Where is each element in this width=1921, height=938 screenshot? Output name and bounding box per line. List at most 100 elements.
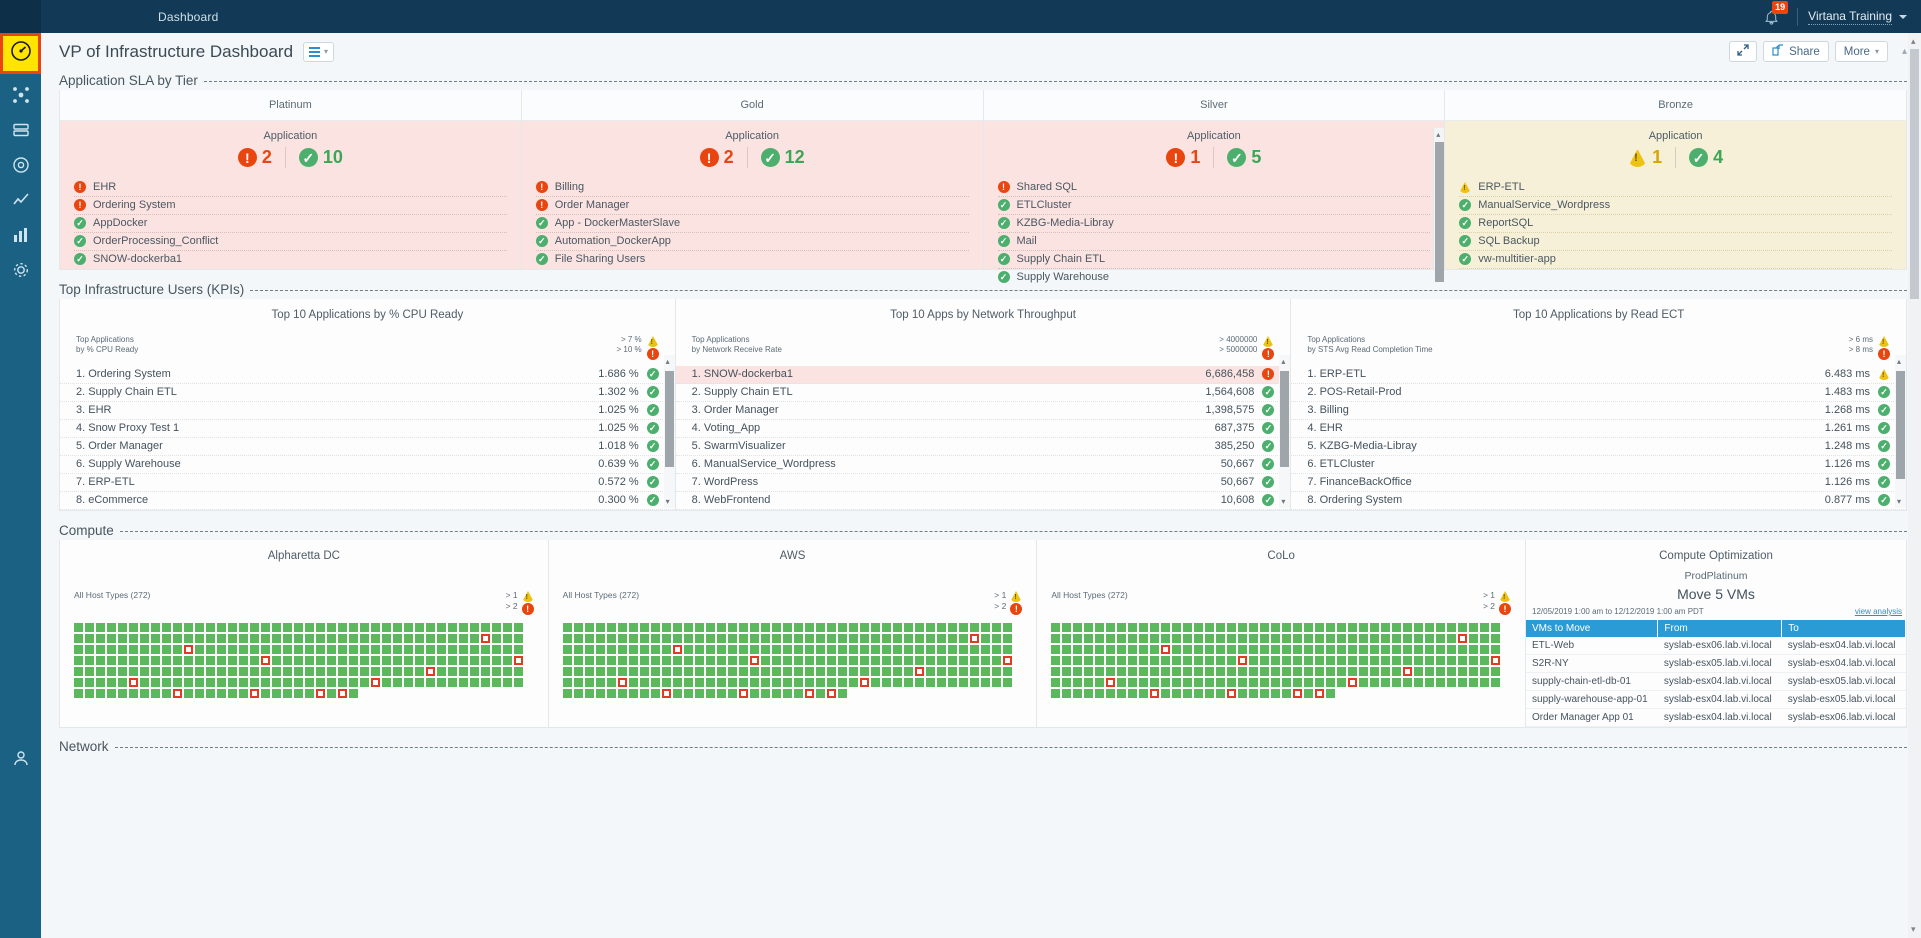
host-cell[interactable]: [991, 623, 1001, 632]
host-cell[interactable]: [349, 678, 358, 687]
host-cell[interactable]: [595, 623, 605, 632]
scrollbar-thumb[interactable]: [1910, 49, 1919, 299]
host-cell[interactable]: [1183, 656, 1193, 665]
host-cell[interactable]: [870, 656, 880, 665]
host-cell[interactable]: [683, 667, 693, 676]
host-cell[interactable]: [606, 667, 616, 676]
host-cell[interactable]: [1227, 645, 1237, 654]
host-cell[interactable]: [716, 634, 726, 643]
host-cell[interactable]: [272, 678, 281, 687]
notifications-button[interactable]: 19: [1753, 0, 1789, 33]
host-cell[interactable]: [404, 623, 413, 632]
host-cell[interactable]: [239, 634, 248, 643]
host-cell[interactable]: [1161, 645, 1171, 654]
host-cell[interactable]: [327, 645, 336, 654]
host-cell[interactable]: [261, 656, 270, 665]
host-cell[interactable]: [727, 689, 737, 698]
host-cell[interactable]: [470, 678, 479, 687]
kpi-row[interactable]: 7. FinanceBackOffice 1.126 ms ✓: [1291, 474, 1907, 492]
host-cell[interactable]: [118, 656, 127, 665]
host-cell[interactable]: [1238, 656, 1248, 665]
host-cell[interactable]: [151, 678, 160, 687]
host-cell[interactable]: [448, 645, 457, 654]
kpi-row[interactable]: 8. Ordering System 0.877 ms ✓: [1291, 492, 1907, 510]
kpi-row[interactable]: 4. Voting_App 687,375 ✓: [675, 420, 1291, 438]
host-cell[interactable]: [1403, 634, 1413, 643]
host-cell[interactable]: [1425, 678, 1435, 687]
host-cell[interactable]: [573, 634, 583, 643]
host-cell[interactable]: [1106, 623, 1116, 632]
host-cell[interactable]: [129, 689, 138, 698]
host-cell[interactable]: [140, 645, 149, 654]
sla-app-row[interactable]: ✓ Automation_DockerApp: [535, 233, 969, 251]
host-cell[interactable]: [881, 623, 891, 632]
kpi-row[interactable]: 5. SwarmVisualizer 385,250 ✓: [675, 438, 1291, 456]
host-cell[interactable]: [628, 623, 638, 632]
host-cell[interactable]: [459, 623, 468, 632]
host-cell[interactable]: [705, 667, 715, 676]
host-cell[interactable]: [925, 678, 935, 687]
host-cell[interactable]: [639, 678, 649, 687]
host-cell[interactable]: [173, 656, 182, 665]
host-cell[interactable]: [1238, 645, 1248, 654]
host-cell[interactable]: [1095, 689, 1105, 698]
host-cell[interactable]: [1326, 623, 1336, 632]
host-cell[interactable]: [1447, 623, 1457, 632]
host-cell[interactable]: [1436, 656, 1446, 665]
host-cell[interactable]: [129, 656, 138, 665]
host-cell[interactable]: [1172, 656, 1182, 665]
host-cell[interactable]: [1469, 667, 1479, 676]
host-cell[interactable]: [470, 667, 479, 676]
host-cell[interactable]: [1128, 656, 1138, 665]
host-cell[interactable]: [1315, 689, 1325, 698]
host-cell[interactable]: [1315, 623, 1325, 632]
host-cell[interactable]: [294, 678, 303, 687]
host-cell[interactable]: [628, 667, 638, 676]
host-cell[interactable]: [184, 689, 193, 698]
host-cell[interactable]: [672, 667, 682, 676]
host-cell[interactable]: [74, 667, 83, 676]
host-cell[interactable]: [382, 623, 391, 632]
host-cell[interactable]: [1084, 656, 1094, 665]
host-cell[interactable]: [958, 667, 968, 676]
host-cell[interactable]: [206, 678, 215, 687]
host-cell[interactable]: [892, 623, 902, 632]
host-cell[interactable]: [727, 667, 737, 676]
host-cell[interactable]: [206, 656, 215, 665]
host-cell[interactable]: [683, 645, 693, 654]
host-cell[interactable]: [1458, 645, 1468, 654]
host-cell[interactable]: [195, 678, 204, 687]
host-cell[interactable]: [327, 656, 336, 665]
host-cell[interactable]: [1403, 667, 1413, 676]
host-cell[interactable]: [360, 623, 369, 632]
host-cell[interactable]: [1051, 667, 1061, 676]
host-cell[interactable]: [195, 689, 204, 698]
host-cell[interactable]: [217, 634, 226, 643]
host-cell[interactable]: [914, 678, 924, 687]
host-cell[interactable]: [1359, 634, 1369, 643]
host-cell[interactable]: [1051, 645, 1061, 654]
host-cell[interactable]: [481, 623, 490, 632]
host-cell[interactable]: [1194, 623, 1204, 632]
table-row[interactable]: Order Manager App 01 syslab-esx04.lab.vi…: [1526, 708, 1906, 727]
host-cell[interactable]: [716, 667, 726, 676]
host-cell[interactable]: [1249, 678, 1259, 687]
host-cell[interactable]: [1337, 678, 1347, 687]
host-cell[interactable]: [107, 656, 116, 665]
host-cell[interactable]: [349, 645, 358, 654]
host-cell[interactable]: [1293, 667, 1303, 676]
host-cell[interactable]: [1128, 645, 1138, 654]
host-cell[interactable]: [1392, 634, 1402, 643]
scroll-up-icon[interactable]: ▴: [1911, 36, 1916, 47]
host-cell[interactable]: [859, 656, 869, 665]
host-cell[interactable]: [162, 656, 171, 665]
host-cell[interactable]: [1194, 656, 1204, 665]
host-cell[interactable]: [881, 678, 891, 687]
host-cell[interactable]: [129, 634, 138, 643]
host-cell[interactable]: [892, 678, 902, 687]
host-cell[interactable]: [1128, 634, 1138, 643]
host-cell[interactable]: [1425, 623, 1435, 632]
critical-count-group[interactable]: ! 2: [225, 147, 285, 168]
host-cell[interactable]: [1315, 667, 1325, 676]
host-cell[interactable]: [1002, 645, 1012, 654]
